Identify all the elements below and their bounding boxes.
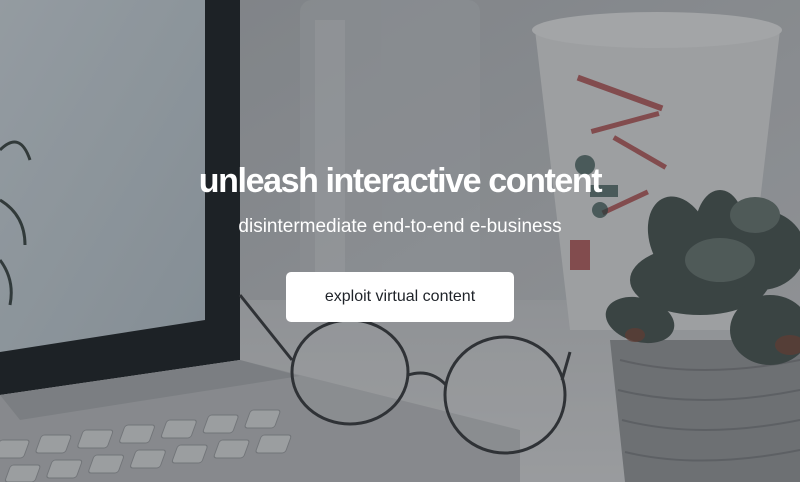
hero-content: unleash interactive content disintermedi… (0, 0, 800, 482)
hero-subheadline: disintermediate end-to-end e-business (238, 216, 562, 237)
hero-headline: unleash interactive content (198, 162, 603, 200)
hero-section: unleash interactive content disintermedi… (0, 0, 800, 482)
cta-button[interactable]: exploit virtual content (286, 272, 514, 322)
